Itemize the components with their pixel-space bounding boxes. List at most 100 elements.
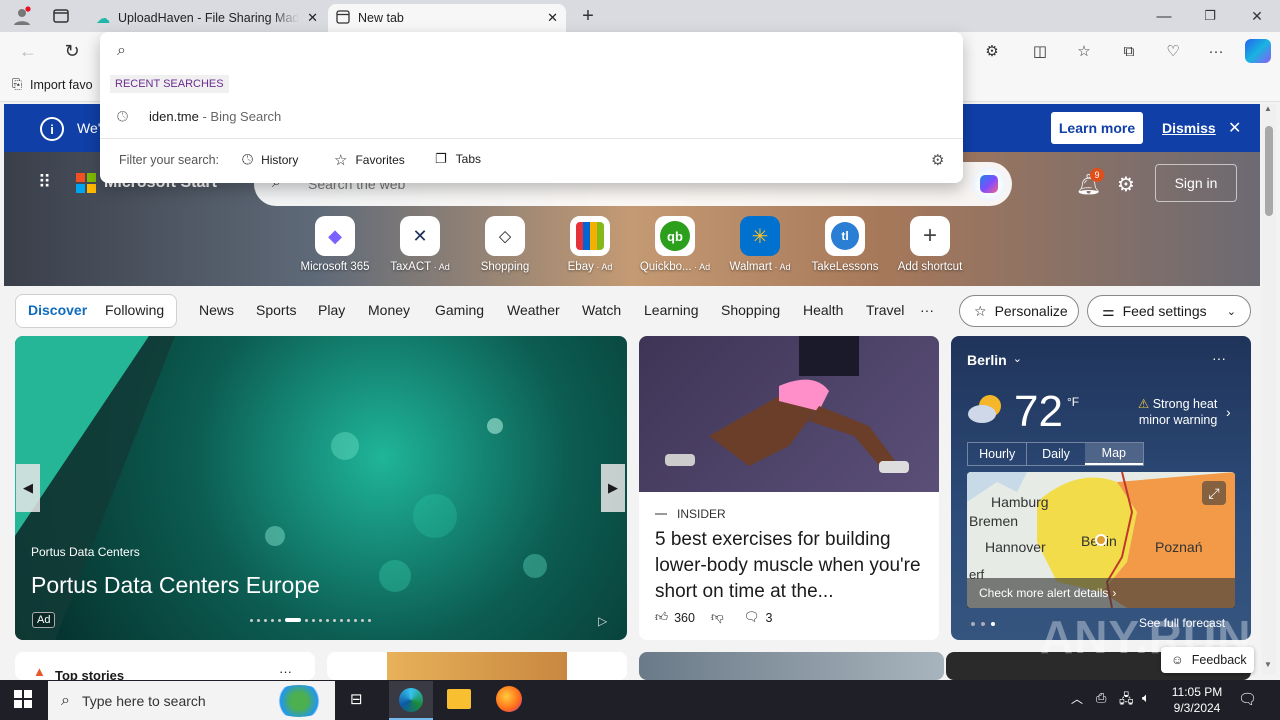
nav-news[interactable]: News: [199, 302, 234, 318]
filter-tabs[interactable]: ❐ Tabs: [435, 151, 481, 167]
recent-search-item[interactable]: 🕓︎ iden.tme - Bing Search: [100, 102, 963, 130]
nav-sports[interactable]: Sports: [256, 302, 296, 318]
notification-center-icon[interactable]: 🗨︎: [1238, 690, 1257, 708]
settings-gear-icon[interactable]: ⚙: [1117, 172, 1135, 197]
dislike-icon[interactable]: 👎︎: [711, 610, 724, 625]
tab-actions-icon[interactable]: [50, 6, 72, 26]
shortcut-ebay[interactable]: Ebay · Ad: [546, 216, 634, 273]
close-tab-icon[interactable]: ✕: [547, 10, 558, 26]
article-title[interactable]: 5 best exercises for building lower-body…: [655, 527, 927, 605]
close-banner-icon[interactable]: ✕: [1228, 118, 1241, 138]
omnibox-settings-icon[interactable]: ⚙: [931, 151, 944, 169]
chevron-right-icon[interactable]: ›: [1226, 404, 1231, 420]
collections-icon[interactable]: ⧉: [1117, 40, 1141, 62]
taskbar-clock[interactable]: 11:05 PM 9/3/2024: [1168, 684, 1226, 716]
profile-icon[interactable]: [10, 5, 34, 27]
close-window-icon[interactable]: ✕: [1245, 6, 1269, 26]
shortcut-microsoft-365[interactable]: ◆ Microsoft 365: [291, 216, 379, 273]
minimize-icon[interactable]: —: [1152, 6, 1176, 26]
copilot-icon[interactable]: [1245, 39, 1271, 63]
copilot-search-icon[interactable]: [972, 167, 1006, 201]
like-icon[interactable]: 👍︎: [655, 610, 668, 625]
close-tab-icon[interactable]: ✕: [307, 10, 318, 26]
taskbar-search-box[interactable]: ⌕ Type here to search: [48, 681, 335, 720]
shortcut-takelessons[interactable]: tl TakeLessons: [801, 216, 889, 273]
shortcut-quickbooks[interactable]: qb Quickbo... · Ad: [631, 216, 719, 273]
refresh-icon[interactable]: ↻: [60, 40, 84, 62]
nav-shopping[interactable]: Shopping: [721, 302, 780, 318]
more-options-icon[interactable]: ···: [279, 664, 292, 679]
article-card[interactable]: INSIDER 5 best exercises for building lo…: [639, 336, 939, 640]
windows-start-icon[interactable]: [14, 690, 32, 713]
weather-location[interactable]: Berlin ⌄: [967, 352, 1022, 368]
weather-pager-dots[interactable]: [971, 622, 995, 626]
dismiss-link[interactable]: Dismiss: [1162, 120, 1216, 136]
back-icon[interactable]: ←: [16, 40, 40, 62]
nav-money[interactable]: Money: [368, 302, 410, 318]
expand-map-icon[interactable]: ⤢: [1202, 481, 1226, 505]
new-tab-plus-icon[interactable]: +: [576, 4, 600, 28]
tray-device-icon[interactable]: ⎙: [1096, 690, 1106, 706]
temperature-unit[interactable]: °F: [1067, 395, 1079, 409]
location-marker-icon: [1095, 534, 1107, 546]
address-input-row[interactable]: ⌕: [100, 32, 963, 70]
top-stories-card: ▲ Top stories ···: [15, 652, 315, 680]
tab-new-tab[interactable]: New tab ✕: [328, 4, 566, 32]
favorites-icon[interactable]: ☆: [1072, 40, 1096, 62]
tab-map[interactable]: Map: [1084, 443, 1143, 465]
history-clock-icon: 🕓︎: [242, 151, 254, 167]
tab-daily[interactable]: Daily: [1026, 443, 1084, 465]
image-card[interactable]: [639, 652, 944, 680]
extensions-icon[interactable]: ⚙: [980, 40, 1004, 62]
app-launcher-icon[interactable]: ⠿: [38, 172, 52, 193]
comment-icon[interactable]: 🗨︎: [744, 610, 760, 625]
personalize-button[interactable]: ☆ Personalize: [959, 295, 1079, 327]
taskbar-edge-button[interactable]: [389, 681, 433, 720]
tray-chevron-up-icon[interactable]: ︿: [1071, 690, 1083, 707]
nav-learning[interactable]: Learning: [644, 302, 699, 318]
shortcut-walmart[interactable]: ✳ Walmart · Ad: [716, 216, 804, 273]
firefox-icon[interactable]: [496, 686, 522, 712]
weather-more-icon[interactable]: ···: [1212, 350, 1226, 366]
nav-more-icon[interactable]: ···: [920, 302, 934, 318]
volume-icon[interactable]: 🔈︎: [1142, 690, 1150, 706]
shortcut-add[interactable]: + Add shortcut: [886, 216, 974, 273]
tab-uploadhaven[interactable]: ☁ UploadHaven - File Sharing Made Simple…: [88, 4, 326, 32]
import-favorites-button[interactable]: ⎘ Import favo: [12, 77, 93, 92]
restore-icon[interactable]: ❐: [1198, 6, 1222, 26]
more-menu-icon[interactable]: ···: [1204, 40, 1228, 62]
warning-icon: ⚠: [1138, 397, 1150, 411]
split-screen-icon[interactable]: ◫: [1028, 40, 1052, 62]
task-view-icon[interactable]: ⊟: [350, 690, 363, 708]
sign-in-button[interactable]: Sign in: [1155, 164, 1237, 202]
story-card[interactable]: [327, 652, 627, 680]
scrollbar-thumb[interactable]: [1265, 126, 1273, 216]
nav-health[interactable]: Health: [803, 302, 843, 318]
alert-details-link[interactable]: Check more alert details ›: [967, 578, 1235, 608]
nav-watch[interactable]: Watch: [582, 302, 621, 318]
carousel-prev-icon[interactable]: ◀: [16, 464, 40, 512]
filter-history[interactable]: 🕓︎ History: [242, 151, 298, 168]
tab-hourly[interactable]: Hourly: [968, 443, 1026, 465]
carousel-next-icon[interactable]: ▶: [601, 464, 625, 512]
page-scrollbar[interactable]: ▲ ▼: [1262, 104, 1276, 674]
shortcut-taxact[interactable]: ✕ TaxACT · Ad: [376, 216, 464, 273]
browser-essentials-icon[interactable]: ♡: [1161, 40, 1185, 62]
tab-discover[interactable]: Discover: [28, 302, 87, 318]
nav-weather[interactable]: Weather: [507, 302, 560, 318]
hero-title[interactable]: Portus Data Centers Europe: [31, 572, 320, 599]
nav-travel[interactable]: Travel: [866, 302, 904, 318]
filter-favorites[interactable]: ☆ Favorites: [334, 151, 405, 169]
network-icon[interactable]: 🖧︎: [1119, 690, 1134, 712]
ad-choices-icon[interactable]: ▷: [598, 614, 607, 628]
sliders-icon: ⚌: [1102, 302, 1115, 319]
feed-settings-button[interactable]: ⚌ Feed settings ⌄: [1087, 295, 1251, 327]
nav-gaming[interactable]: Gaming: [435, 302, 484, 318]
tab-following[interactable]: Following: [105, 302, 164, 318]
learn-more-button[interactable]: Learn more: [1051, 112, 1143, 144]
shortcut-shopping[interactable]: ⬦ Shopping: [461, 216, 549, 273]
weather-alert[interactable]: ⚠ Strong heat minor warning: [1138, 396, 1217, 428]
file-explorer-icon[interactable]: [447, 689, 471, 709]
nav-play[interactable]: Play: [318, 302, 345, 318]
carousel-dots[interactable]: [250, 618, 371, 622]
